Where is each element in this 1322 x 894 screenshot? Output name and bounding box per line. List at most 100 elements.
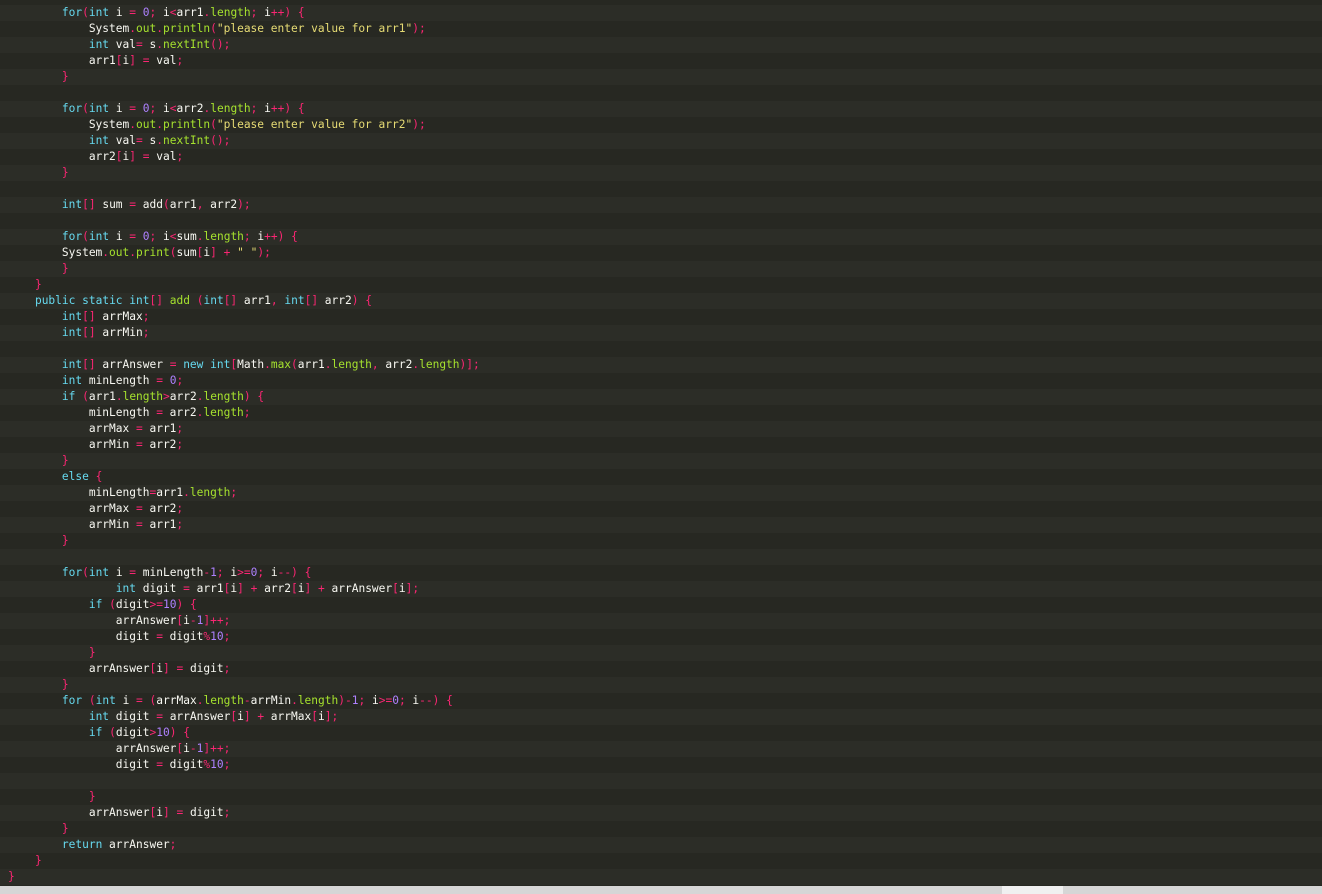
code-token: int	[88, 710, 110, 723]
code-token: length	[122, 390, 163, 403]
code-token: ;	[398, 694, 406, 707]
code-token: .	[115, 390, 123, 403]
code-line: }	[0, 821, 1322, 837]
code-line: arrAnswer[i] = digit;	[0, 661, 1322, 677]
code-token: i	[109, 102, 130, 115]
code-token: =	[156, 758, 163, 771]
code-token: length	[203, 694, 244, 707]
code-token: >	[163, 390, 170, 403]
code-token: ;	[223, 758, 231, 771]
code-token: i	[156, 6, 170, 19]
code-token: -	[189, 742, 197, 755]
code-token: <	[169, 102, 177, 115]
code-line	[0, 549, 1322, 565]
code-token: =	[142, 150, 150, 163]
code-token: .	[156, 38, 163, 51]
code-line: arrAnswer[i] = digit;	[0, 805, 1322, 821]
code-token: arr2	[8, 150, 116, 163]
code-token: ++	[270, 102, 285, 115]
code-token: .	[196, 230, 204, 243]
code-token: =	[135, 502, 143, 515]
code-line: }	[0, 869, 1322, 885]
code-token: ;	[223, 662, 231, 675]
code-token: }	[8, 870, 15, 883]
code-line: }	[0, 533, 1322, 549]
code-token: System	[8, 118, 130, 131]
code-token: =	[156, 710, 163, 723]
code-token: " "	[237, 246, 258, 259]
code-line: for(int i = minLength-1; i>=0; i--) {	[0, 565, 1322, 581]
code-token: -	[189, 614, 197, 627]
code-line: }	[0, 789, 1322, 805]
code-token: .	[129, 118, 136, 131]
code-token: out	[109, 246, 130, 259]
code-token: ]	[237, 582, 244, 595]
code-token: i	[250, 230, 265, 243]
code-token: arrAnswer	[8, 806, 150, 819]
code-token: ]	[210, 246, 217, 259]
code-token: ;	[176, 518, 184, 531]
code-token: }	[34, 278, 42, 291]
code-token: int	[284, 294, 305, 307]
code-token: [	[311, 710, 318, 723]
code-token: arr2	[169, 390, 197, 403]
code-token: if	[61, 390, 76, 403]
code-token: [	[291, 582, 298, 595]
code-line: int[] arrAnswer = new int[Math.max(arr1.…	[0, 357, 1322, 373]
code-token: int	[61, 358, 83, 371]
code-token: arrAnswer	[324, 582, 393, 595]
code-token: arrMax	[8, 502, 136, 515]
code-token: length	[419, 358, 460, 371]
code-token: ;	[216, 566, 224, 579]
code-token: digit	[115, 726, 150, 739]
code-token: int	[203, 294, 224, 307]
code-editor[interactable]: for(int i = 0; i<arr1.length; i++) { Sys…	[0, 0, 1322, 886]
code-token: else	[61, 470, 89, 483]
horizontal-scrollbar[interactable]	[0, 886, 1322, 894]
code-line: }	[0, 645, 1322, 661]
code-token: s	[142, 134, 157, 147]
scrollbar-thumb[interactable]	[1002, 886, 1063, 894]
code-line: if (digit>10) {	[0, 725, 1322, 741]
code-line: digit = digit%10;	[0, 629, 1322, 645]
code-token: );	[412, 22, 426, 35]
code-token: digit	[183, 662, 224, 675]
code-line: int[] arrMax;	[0, 309, 1322, 325]
code-line: for(int i = 0; i<arr2.length; i++) {	[0, 101, 1322, 117]
code-token: ;	[176, 422, 184, 435]
code-token: []	[149, 294, 163, 307]
code-line	[0, 85, 1322, 101]
code-line: int[] sum = add(arr1, arr2);	[0, 197, 1322, 213]
code-token: length	[210, 102, 251, 115]
code-token: arr1	[237, 294, 271, 307]
code-token: []	[304, 294, 319, 307]
code-line: }	[0, 261, 1322, 277]
code-token: println	[162, 118, 211, 131]
code-token: }	[61, 70, 69, 83]
code-token: int	[61, 310, 83, 323]
code-token: ]++;	[203, 614, 231, 627]
code-token: .	[156, 134, 163, 147]
code-token: ];	[405, 582, 420, 595]
code-token: length	[297, 694, 339, 707]
code-token: Math	[237, 358, 265, 371]
code-token: ;	[176, 54, 184, 67]
code-token: ,	[371, 358, 379, 371]
code-token: 10	[156, 726, 170, 739]
code-token: out	[136, 118, 157, 131]
code-token: []	[82, 326, 96, 339]
code-token: System	[8, 246, 103, 259]
code-token: }	[88, 646, 96, 659]
code-token: digit	[162, 758, 204, 771]
